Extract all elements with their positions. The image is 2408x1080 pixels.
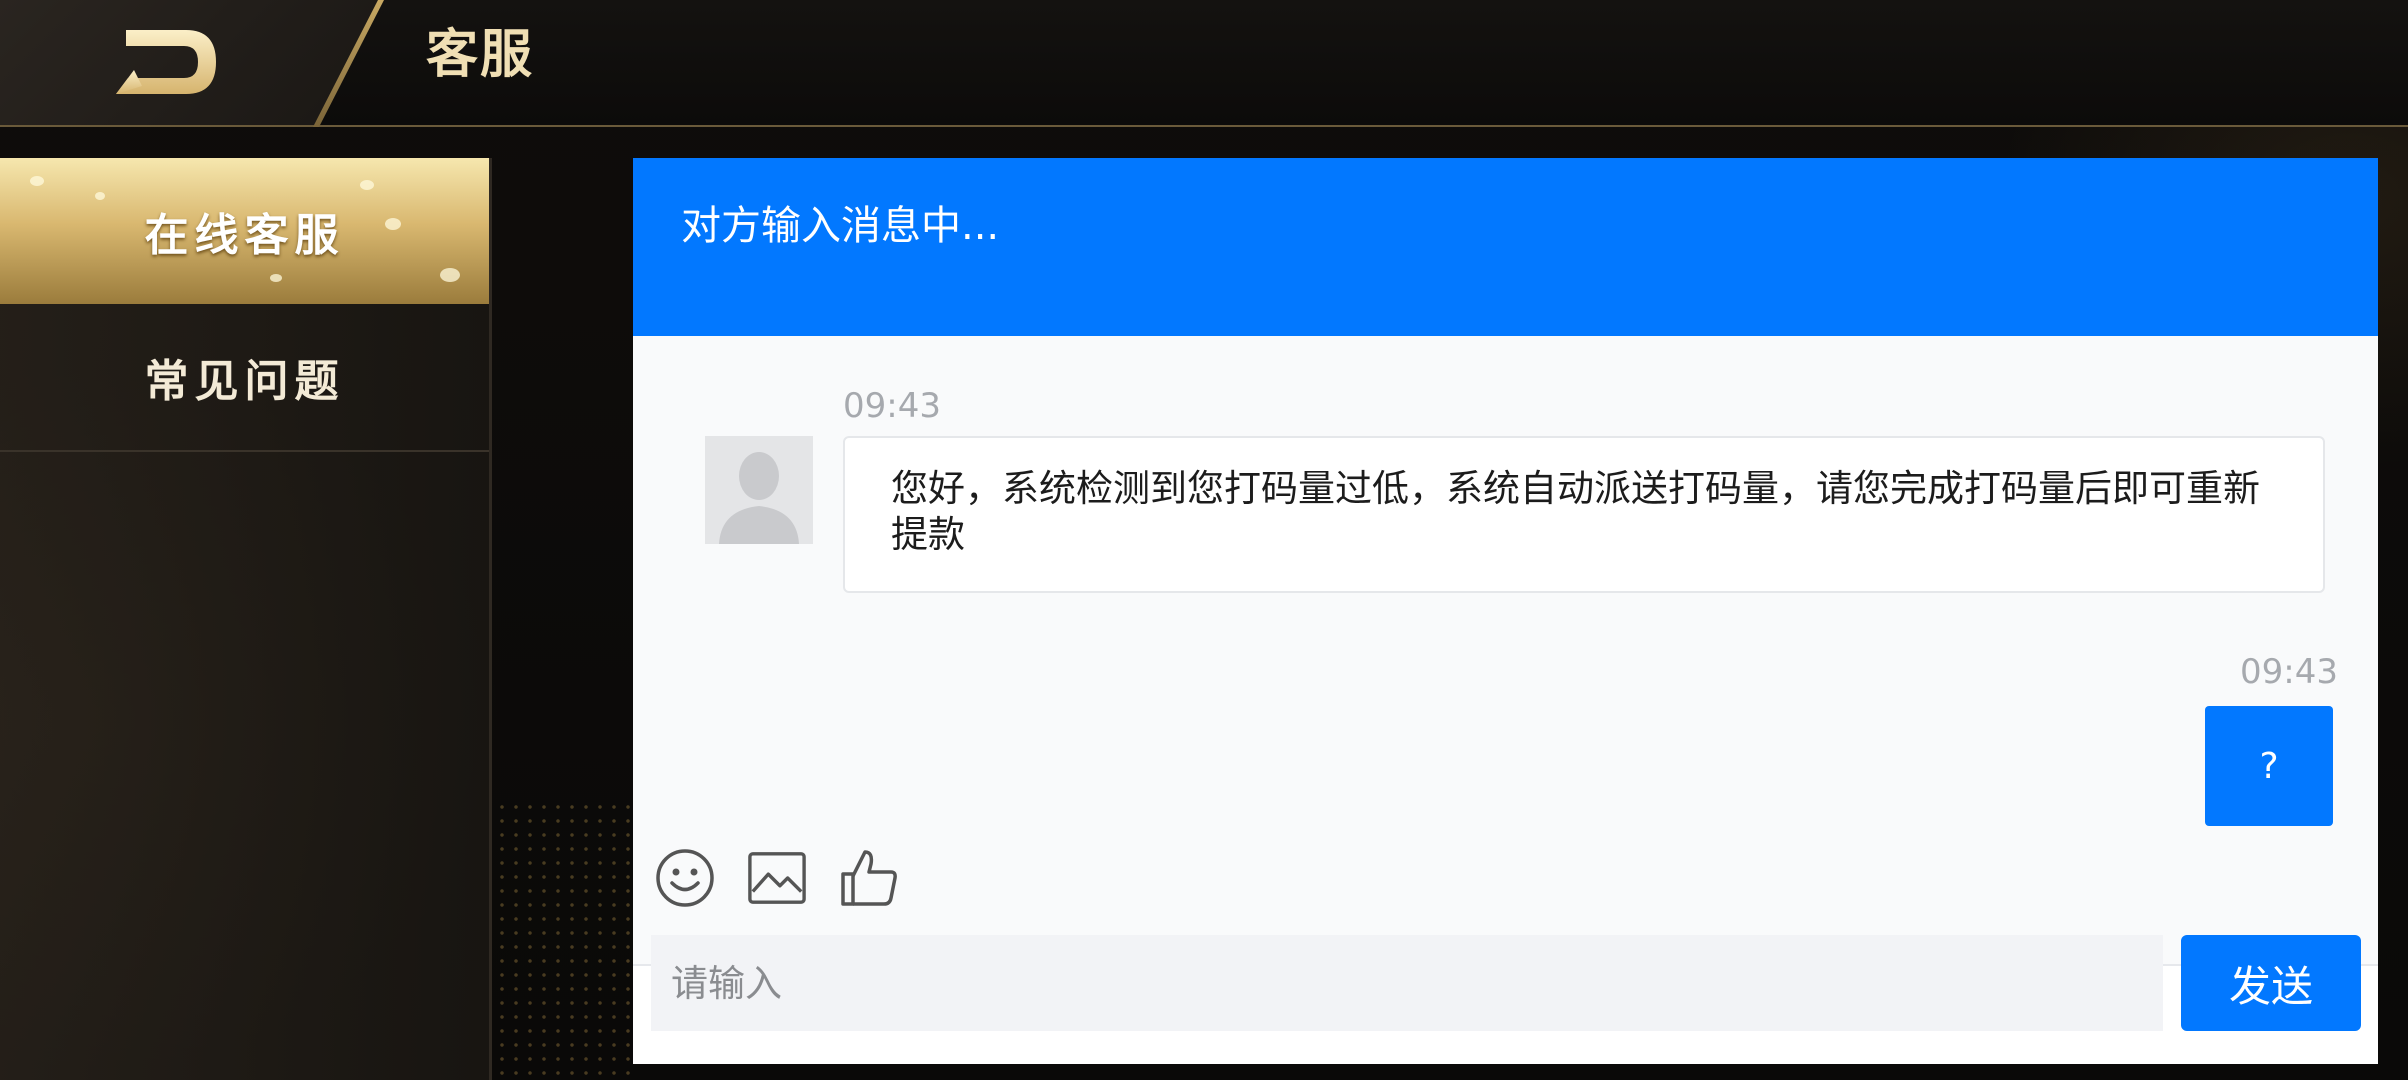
back-button[interactable] (0, 0, 380, 125)
back-arrow-icon[interactable] (112, 26, 218, 98)
sparkle-decoration (385, 218, 401, 230)
sparkle-decoration (440, 268, 460, 282)
sparkle-decoration (95, 192, 105, 200)
sparkle-decoration (30, 176, 44, 186)
background-decoration (495, 800, 635, 1080)
message-input[interactable] (651, 935, 2163, 1031)
page-title: 客服 (426, 25, 535, 85)
user-message-bubble: ? (2205, 706, 2333, 826)
sidebar-item-faq[interactable]: 常见问题 (0, 304, 489, 452)
emoji-icon (656, 849, 714, 907)
sidebar: 在线客服 常见问题 (0, 158, 492, 1080)
person-placeholder-icon (705, 436, 813, 544)
message-timestamp: 09:43 (843, 386, 941, 426)
sparkle-decoration (360, 180, 374, 190)
image-button[interactable] (747, 848, 807, 908)
thumbs-up-button[interactable] (839, 848, 899, 908)
message-timestamp: 09:43 (2240, 652, 2338, 692)
agent-avatar (705, 436, 813, 544)
top-header: 客服 (0, 0, 2408, 127)
sidebar-item-label: 常见问题 (144, 356, 345, 407)
typing-status: 对方输入消息中... (681, 203, 1000, 249)
sparkle-decoration (270, 274, 282, 282)
image-icon (748, 852, 806, 904)
chat-panel: 对方输入消息中... 09:43 您好，系统检测到您打码量过低，系统自动派送打码… (633, 158, 2378, 1064)
chat-toolbar (655, 848, 899, 908)
sidebar-item-online-service[interactable]: 在线客服 (0, 158, 489, 304)
agent-message-bubble: 您好，系统检测到您打码量过低，系统自动派送打码量，请您完成打码量后即可重新提款 (843, 436, 2325, 593)
thumbs-up-icon (841, 850, 897, 906)
chat-header: 对方输入消息中... (633, 158, 2378, 336)
emoji-button[interactable] (655, 848, 715, 908)
sidebar-item-label: 在线客服 (144, 210, 345, 261)
send-button[interactable]: 发送 (2181, 935, 2361, 1031)
